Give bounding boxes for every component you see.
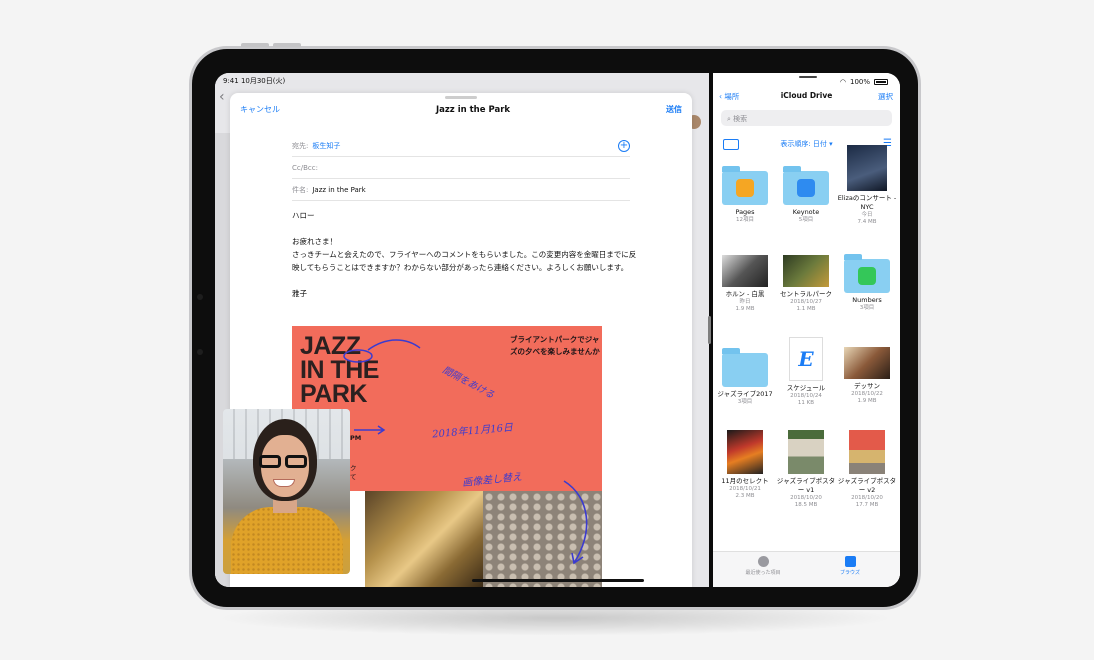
split-divider-handle[interactable]	[708, 316, 711, 344]
file-item[interactable]: ジャズライブポスター v1 2018/10/20 18.5 MB	[776, 430, 836, 509]
document-icon: E	[789, 337, 823, 381]
search-input[interactable]: ⌕ 検索	[721, 110, 892, 126]
file-item[interactable]: Keynote 5項目	[776, 165, 836, 224]
folder-icon	[844, 254, 890, 293]
files-tabbar: 最近使った項目 ブラウズ	[713, 551, 900, 587]
message-body[interactable]: ハロー お疲れさま！ さっきチームと会えたので、フライヤーへのコメントをもらいま…	[292, 209, 637, 313]
file-item[interactable]: ジャズライブポスター v2 2018/10/20 17.7 MB	[837, 430, 897, 509]
november-select-thumbnail	[727, 430, 763, 474]
keynote-icon	[797, 179, 815, 197]
send-button[interactable]: 送信	[666, 104, 682, 115]
file-item[interactable]: Pages 12項目	[715, 165, 775, 224]
subject-field[interactable]: 件名: Jazz in the Park	[292, 179, 630, 201]
body-greeting: ハロー	[292, 211, 315, 220]
tuba-photo	[365, 491, 483, 587]
poster-v1-thumbnail	[788, 430, 824, 474]
body-line2: さっきチームと会えたので、フライヤーへのコメントをもらいました。この変更内容を金…	[292, 250, 637, 272]
folder-icon	[722, 348, 768, 387]
file-item[interactable]: Elizaのコンサート - NYC 今日 7.4 MB	[837, 145, 897, 226]
folder-icon	[783, 166, 829, 205]
volume-button	[273, 43, 301, 47]
volume-button	[241, 43, 269, 47]
mail-app: ‹ ✎ キャンセル Jazz in the Park 送信 宛先: 板生知子	[215, 73, 709, 587]
search-placeholder: 検索	[733, 115, 748, 123]
clock-icon	[757, 556, 769, 567]
ipad-device: 9:41 10月30日(火) ◠ 100% ‹ ✎ キャンセル Jazz i	[189, 43, 921, 610]
file-item[interactable]: 11月のセレクト 2018/10/21 2.3 MB	[715, 430, 775, 500]
ipad-bezel: 9:41 10月30日(火) ◠ 100% ‹ ✎ キャンセル Jazz i	[192, 49, 918, 607]
file-item[interactable]: ホルン - 白黒 昨日 1.9 MB	[715, 255, 775, 313]
sketch-photo-thumbnail	[844, 347, 890, 379]
wifi-icon: ◠	[839, 77, 846, 86]
tab-browse[interactable]: ブラウズ	[810, 556, 890, 576]
numbers-icon	[858, 267, 876, 285]
poster-v2-thumbnail	[849, 430, 885, 474]
select-button[interactable]: 選択	[878, 91, 893, 102]
battery-percent: 100%	[849, 77, 870, 86]
body-line1: お疲れさま！	[292, 237, 337, 246]
files-app: ‹ 場所 iCloud Drive 選択 ⌕ 検索 表示順序: 日付 ▾ ☰ P…	[713, 73, 900, 587]
to-field[interactable]: 宛先: 板生知子 +	[292, 135, 630, 157]
tab-recents[interactable]: 最近使った項目	[723, 556, 803, 576]
status-bar: 9:41 10月30日(火) ◠ 100%	[215, 73, 900, 87]
folder-tab-icon	[844, 556, 856, 567]
header-fields: 宛先: 板生知子 + Cc/Bcc: 件名: Jazz in the Park	[292, 135, 630, 201]
to-recipient[interactable]: 板生知子	[312, 141, 340, 151]
to-label: 宛先:	[292, 141, 309, 150]
files-nav: ‹ 場所 iCloud Drive 選択	[713, 91, 900, 105]
sheet-grabber[interactable]	[445, 96, 477, 99]
facetime-glasses	[259, 453, 311, 468]
file-item[interactable]: Numbers 3項目	[837, 254, 897, 312]
ccbcc-label: Cc/Bcc:	[292, 163, 318, 172]
side-sensor-icon	[197, 294, 203, 300]
facetime-pip[interactable]	[223, 409, 350, 574]
file-item[interactable]: デッサン 2018/10/22 1.9 MB	[837, 347, 897, 405]
file-item[interactable]: セントラルパーク 2018/10/27 1.1 MB	[776, 255, 836, 313]
concert-photo-thumbnail	[847, 145, 887, 191]
park-photo-thumbnail	[783, 255, 829, 287]
subject-value[interactable]: Jazz in the Park	[312, 186, 365, 194]
markup-circle	[343, 349, 373, 363]
home-indicator[interactable]	[472, 579, 644, 582]
body-signature: 雅子	[292, 289, 307, 298]
compose-title: Jazz in the Park	[435, 104, 511, 115]
folder-icon	[722, 166, 768, 205]
screen: 9:41 10月30日(火) ◠ 100% ‹ ✎ キャンセル Jazz i	[215, 73, 900, 587]
files-title: iCloud Drive	[780, 91, 833, 100]
mail-back-chevron-icon[interactable]: ‹	[219, 89, 225, 105]
side-sensor-icon	[197, 349, 203, 355]
file-item[interactable]: E スケジュール 2018/10/24 11 KB	[776, 337, 836, 407]
markup-arrow-date	[354, 425, 386, 435]
add-recipient-icon[interactable]: +	[618, 140, 630, 152]
subject-label: 件名:	[292, 185, 309, 194]
cancel-button[interactable]: キャンセル	[240, 104, 280, 115]
facetime-shirt	[231, 507, 343, 574]
markup-arrow-spacing	[367, 339, 421, 351]
status-time: 9:41 10月30日(火)	[223, 77, 286, 85]
status-right: ◠ 100%	[840, 76, 888, 87]
battery-icon	[874, 78, 888, 85]
ccbcc-field[interactable]: Cc/Bcc:	[292, 157, 630, 179]
pages-icon	[736, 179, 754, 197]
file-item[interactable]: ジャズライブ2017 3項目	[715, 347, 775, 406]
horn-photo-thumbnail	[722, 255, 768, 287]
markup-arrow-replace	[563, 480, 588, 565]
